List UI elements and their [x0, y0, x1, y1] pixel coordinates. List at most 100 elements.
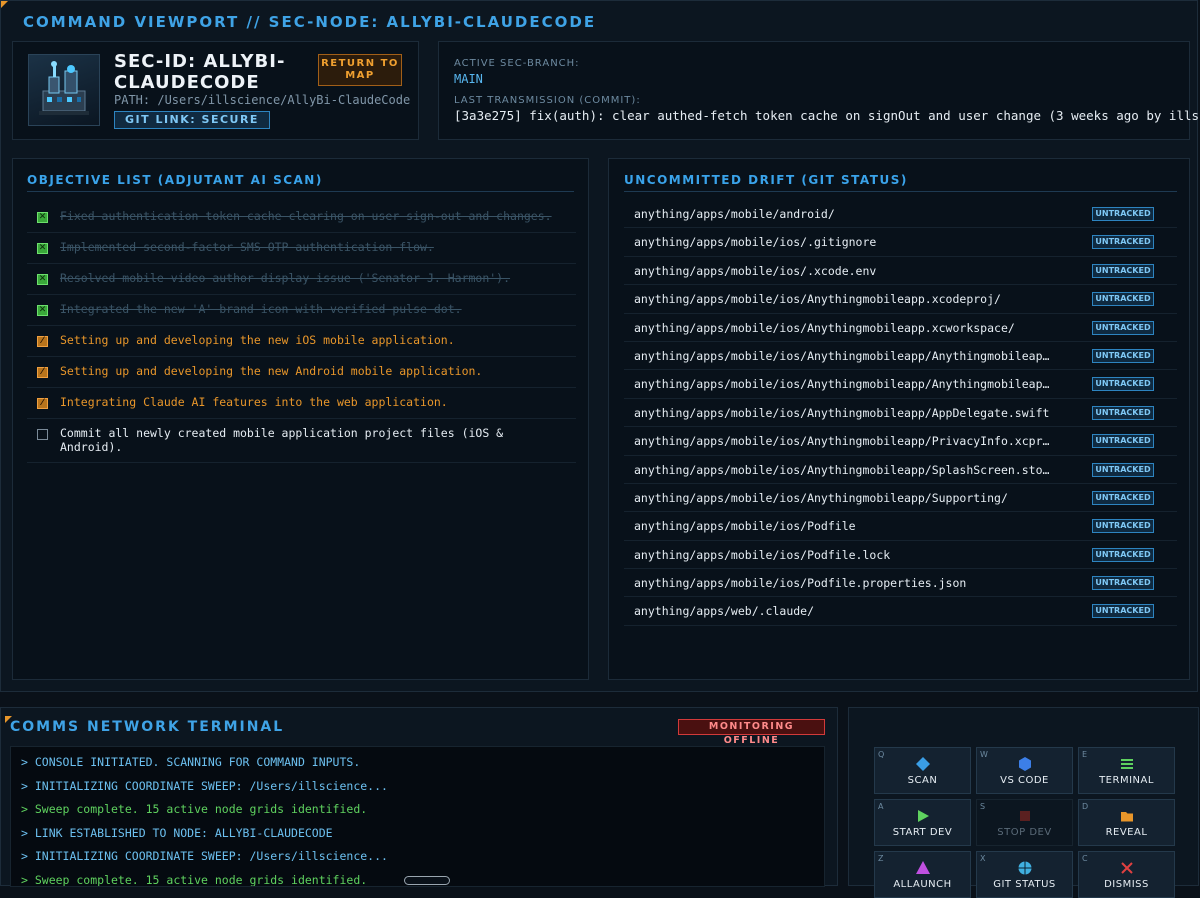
drift-path: anything/apps/mobile/ios/Anythingmobilea…: [634, 462, 1054, 477]
objective-item: Commit all newly created mobile applicat…: [27, 419, 576, 463]
in-progress-box-icon[interactable]: ⁄: [37, 398, 48, 409]
drift-path: anything/apps/mobile/ios/Anythingmobilea…: [634, 292, 1001, 307]
checked-box-icon[interactable]: ✕: [37, 274, 48, 285]
terminal-icon: [1120, 756, 1134, 770]
drift-row[interactable]: anything/apps/mobile/ios/.gitignore UNTRA…: [624, 228, 1177, 257]
play-icon: [916, 808, 930, 822]
sec-id-title: SEC-ID: ALLYBI-CLAUDECODE: [114, 51, 286, 93]
objective-item: ⁄ Setting up and developing the new Andro…: [27, 357, 576, 388]
objective-text: Setting up and developing the new iOS mo…: [60, 333, 455, 347]
hotkey-label: D: [1082, 802, 1089, 811]
scroll-handle[interactable]: [404, 876, 450, 885]
uncommitted-drift-panel: UNCOMMITTED DRIFT (GIT STATUS) anything/…: [608, 158, 1190, 680]
scan-button[interactable]: Q SCAN: [874, 747, 971, 794]
action-label: VS CODE: [1000, 775, 1049, 786]
drift-row[interactable]: anything/apps/mobile/android/UNTRACKED: [624, 200, 1177, 229]
untracked-badge: UNTRACKED: [1092, 519, 1154, 534]
action-label: DISMISS: [1104, 879, 1149, 890]
vs-code-button[interactable]: W VS CODE: [976, 747, 1073, 794]
comms-terminal-panel: COMMS NETWORK TERMINAL MONITORING OFFLIN…: [0, 707, 838, 887]
terminal-title: COMMS NETWORK TERMINAL: [10, 719, 285, 735]
drift-path: anything/apps/mobile/ios/Podfile.lock: [634, 547, 891, 562]
drift-path: anything/apps/mobile/ios/Anythingmobilea…: [634, 348, 1054, 363]
drift-row[interactable]: anything/apps/mobile/ios/Anythingmobilea…: [624, 484, 1177, 513]
drift-row[interactable]: anything/apps/mobile/ios/Anythingmobilea…: [624, 427, 1177, 456]
commit-label: LAST TRANSMISSION (COMMIT):: [454, 95, 641, 106]
console-line: > Sweep complete. 15 active node grids i…: [21, 802, 368, 816]
close-icon: [1120, 860, 1134, 874]
action-label: STOP DEV: [997, 827, 1052, 838]
objective-text: Fixed authentication token cache clearin…: [60, 209, 552, 223]
console-line: > CONSOLE INITIATED. SCANNING FOR COMMAN…: [21, 755, 361, 769]
drift-row[interactable]: anything/apps/mobile/ios/Anythingmobilea…: [624, 314, 1177, 342]
hotkey-label: S: [980, 802, 986, 811]
untracked-badge: UNTRACKED: [1092, 547, 1154, 562]
console-line: > INITIALIZING COORDINATE SWEEP: /Users/…: [21, 849, 388, 863]
start-dev-button[interactable]: A START DEV: [874, 799, 971, 846]
untracked-badge: UNTRACKED: [1092, 207, 1154, 221]
untracked-badge: UNTRACKED: [1092, 405, 1154, 420]
drift-row[interactable]: anything/apps/web/.claude/UNTRACKED: [624, 597, 1177, 626]
return-to-map-button[interactable]: RETURN TO MAP: [318, 54, 402, 86]
action-label: GIT STATUS: [993, 879, 1056, 890]
action-label: ALLAUNCH: [893, 879, 952, 890]
drift-row[interactable]: anything/apps/mobile/ios/Anythingmobilea…: [624, 399, 1177, 428]
drift-row[interactable]: anything/apps/mobile/ios/Anythingmobilea…: [624, 456, 1177, 484]
drift-path: anything/apps/mobile/ios/Anythingmobilea…: [634, 490, 1008, 505]
terminal-button[interactable]: E TERMINAL: [1078, 747, 1175, 794]
drift-row[interactable]: anything/apps/mobile/ios/Anythingmobilea…: [624, 342, 1177, 371]
diamond-icon: [915, 756, 930, 771]
drift-row[interactable]: anything/apps/mobile/ios/Anythingmobilea…: [624, 285, 1177, 314]
untracked-badge: UNTRACKED: [1092, 377, 1154, 392]
drift-title: UNCOMMITTED DRIFT (GIT STATUS): [624, 173, 908, 187]
drift-row[interactable]: anything/apps/mobile/ios/Anythingmobilea…: [624, 370, 1177, 399]
branch-value: MAIN: [454, 72, 483, 86]
untracked-badge: UNTRACKED: [1092, 292, 1154, 307]
folder-icon: [1120, 808, 1134, 822]
untracked-badge: UNTRACKED: [1092, 576, 1154, 591]
in-progress-box-icon[interactable]: ⁄: [37, 367, 48, 378]
drift-path: anything/apps/mobile/ios/Anythingmobilea…: [634, 377, 1054, 392]
objective-text: Resolved mobile video author display iss…: [60, 271, 511, 285]
action-label: TERMINAL: [1099, 775, 1154, 786]
drift-path: anything/apps/mobile/ios/Podfile: [634, 519, 856, 534]
console-line: > Sweep complete. 15 active node grids i…: [21, 872, 368, 887]
dismiss-button[interactable]: C DISMISS: [1078, 851, 1175, 898]
checked-box-icon[interactable]: ✕: [37, 305, 48, 316]
drift-row[interactable]: anything/apps/mobile/ios/Podfile.lock UNT…: [624, 541, 1177, 570]
objective-text: Integrating Claude AI features into the …: [60, 395, 448, 409]
globe-icon: [1018, 860, 1032, 875]
objective-item: ✕ Fixed authentication token cache cleari…: [27, 202, 576, 233]
hex-icon: [1018, 756, 1032, 771]
drift-path: anything/apps/mobile/ios/Anythingmobilea…: [634, 434, 1054, 449]
drift-list: anything/apps/mobile/android/UNTRACKED an…: [624, 200, 1177, 626]
checked-box-icon[interactable]: ✕: [37, 212, 48, 223]
untracked-badge: UNTRACKED: [1092, 263, 1154, 278]
drift-row[interactable]: anything/apps/mobile/ios/Podfile.propert…: [624, 569, 1177, 598]
console-output[interactable]: > CONSOLE INITIATED. SCANNING FOR COMMAN…: [10, 746, 825, 887]
drift-path: anything/apps/web/.claude/: [634, 604, 815, 619]
console-line: > LINK ESTABLISHED TO NODE: ALLYBI-CLAUD…: [21, 825, 333, 840]
unchecked-box-icon[interactable]: [37, 429, 48, 440]
reveal-button[interactable]: D REVEAL: [1078, 799, 1175, 846]
hotkey-label: A: [878, 802, 884, 811]
drift-row[interactable]: anything/apps/mobile/ios/Podfile UNTRACKE…: [624, 512, 1177, 541]
hotkey-label: W: [980, 750, 988, 759]
checked-box-icon[interactable]: ✕: [37, 243, 48, 254]
untracked-badge: UNTRACKED: [1092, 434, 1154, 449]
drift-path: anything/apps/mobile/ios/.gitignore: [634, 235, 877, 250]
git-status-button[interactable]: X GIT STATUS: [976, 851, 1073, 898]
untracked-badge: UNTRACKED: [1092, 320, 1154, 335]
allaunch-button[interactable]: Z ALLAUNCH: [874, 851, 971, 898]
untracked-badge: UNTRACKED: [1092, 604, 1154, 619]
objective-text: Commit all newly created mobile applicat…: [60, 426, 504, 454]
stop-icon: [1018, 808, 1032, 822]
monitoring-status-badge: MONITORING OFFLINE: [678, 719, 825, 746]
in-progress-box-icon[interactable]: ⁄: [37, 336, 48, 347]
command-viewport: COMMAND VIEWPORT // SEC-NODE: ALLYBI-CLA…: [0, 0, 1200, 692]
objective-item: ⁄ Setting up and developing the new iOS m…: [27, 326, 576, 357]
hotkey-label: E: [1082, 750, 1088, 759]
drift-row[interactable]: anything/apps/mobile/ios/.xcode.env UNTRA…: [624, 257, 1177, 286]
node-path: PATH: /Users/illscience/AllyBi-ClaudeCod…: [114, 93, 411, 107]
node-building-icon: [28, 54, 100, 126]
